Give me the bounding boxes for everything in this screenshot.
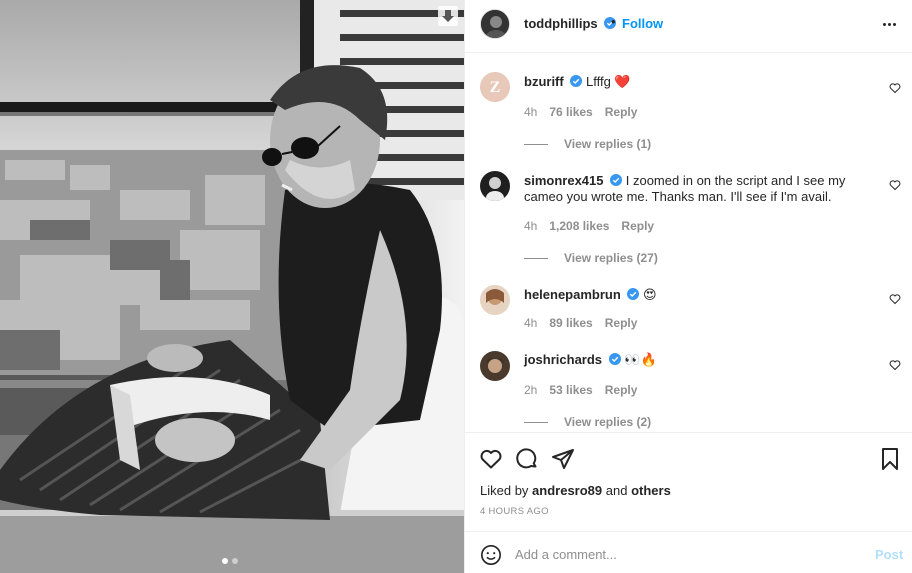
comment-text-row: helenepambrun 😍 (524, 287, 869, 303)
verified-badge-icon (608, 353, 621, 365)
reply-button[interactable]: Reply (621, 219, 654, 233)
post-header: toddphillips • Follow (465, 0, 912, 53)
liked-by-prefix: Liked by (480, 483, 529, 498)
replies-divider (524, 257, 548, 259)
comment-time[interactable]: 4h (524, 219, 537, 233)
like-heart-icon[interactable] (479, 447, 503, 471)
comment-username[interactable]: joshrichards (524, 352, 602, 367)
replies-divider (524, 421, 548, 423)
comment-text-row: joshrichards 👀🔥 (524, 352, 869, 368)
save-bookmark-icon[interactable] (878, 447, 902, 471)
comment-username[interactable]: helenepambrun (524, 287, 621, 302)
carousel-dot (232, 558, 238, 564)
comment-emoji: ❤️ (614, 74, 631, 89)
commenter-avatar[interactable]: Z (480, 72, 510, 102)
download-icon[interactable] (438, 6, 458, 26)
comment-emoji: 😍 (643, 287, 657, 302)
commenter-avatar[interactable] (480, 285, 510, 315)
header-separator: • (611, 14, 616, 29)
comment-time[interactable]: 4h (524, 105, 537, 119)
post-photo[interactable] (0, 0, 464, 573)
comment-bubble-icon[interactable] (515, 447, 539, 471)
verified-badge-icon (570, 75, 583, 87)
post-comment-button[interactable]: Post (875, 547, 903, 562)
view-replies-button[interactable]: View replies (27) (524, 251, 658, 265)
svg-text:Z: Z (490, 79, 501, 96)
comment-meta: 4h 89 likes Reply (524, 316, 637, 330)
comment-text: Lfffg (585, 74, 611, 89)
author-avatar[interactable] (480, 9, 510, 39)
follow-button[interactable]: Follow (622, 16, 663, 31)
like-comment-heart-icon[interactable] (889, 179, 901, 191)
post-timestamp[interactable]: 4 HOURS AGO (480, 506, 549, 517)
view-replies-label: View replies (2) (564, 415, 652, 429)
add-comment-bar: Post (465, 531, 912, 573)
verified-badge-icon (627, 288, 640, 300)
comment-meta: 2h 53 likes Reply (524, 383, 637, 397)
liked-by-user[interactable]: andresro89 (532, 483, 602, 498)
comment-likes[interactable]: 1,208 likes (549, 219, 609, 233)
like-comment-heart-icon[interactable] (889, 82, 901, 94)
liked-by-others[interactable]: others (631, 483, 671, 498)
view-replies-label: View replies (1) (564, 137, 652, 151)
post-actions (465, 432, 912, 482)
post-panel: toddphillips • Follow Z bzuriff Lfffg ❤️… (464, 0, 912, 573)
comment-meta: 4h 76 likes Reply (524, 105, 637, 119)
comment-likes[interactable]: 53 likes (549, 383, 592, 397)
reply-button[interactable]: Reply (605, 105, 638, 119)
like-comment-heart-icon[interactable] (889, 293, 901, 305)
replies-divider (524, 143, 548, 145)
comment-input[interactable] (515, 544, 865, 564)
like-comment-heart-icon[interactable] (889, 359, 901, 371)
carousel-dot-active (222, 558, 228, 564)
comment-text-row: simonrex415 I zoomed in on the script an… (524, 173, 869, 205)
comment-username[interactable]: simonrex415 (524, 173, 604, 188)
comment-likes[interactable]: 89 likes (549, 316, 592, 330)
more-options-icon[interactable] (879, 16, 899, 32)
liked-by-and: and (605, 483, 628, 498)
view-replies-label: View replies (27) (564, 251, 658, 265)
author-username-row: toddphillips (524, 16, 617, 31)
share-paper-plane-icon[interactable] (551, 447, 575, 471)
comment-time[interactable]: 2h (524, 383, 537, 397)
reply-button[interactable]: Reply (605, 316, 638, 330)
commenter-avatar[interactable] (480, 351, 510, 381)
verified-badge-icon (610, 174, 623, 186)
view-replies-button[interactable]: View replies (2) (524, 415, 651, 429)
carousel-indicator (222, 558, 238, 564)
comment-meta: 4h 1,208 likes Reply (524, 219, 654, 233)
comment-username[interactable]: bzuriff (524, 74, 564, 89)
comment-emoji: 👀🔥 (624, 352, 657, 367)
emoji-smiley-icon[interactable] (480, 544, 502, 566)
commenter-avatar[interactable] (480, 171, 510, 201)
view-replies-button[interactable]: View replies (1) (524, 137, 651, 151)
comment-text-row: bzuriff Lfffg ❤️ (524, 74, 869, 90)
comment-time[interactable]: 4h (524, 316, 537, 330)
author-username[interactable]: toddphillips (524, 16, 598, 31)
liked-by-row: Liked by andresro89 and others (480, 483, 671, 498)
reply-button[interactable]: Reply (605, 383, 638, 397)
comment-likes[interactable]: 76 likes (549, 105, 592, 119)
photo-image (0, 0, 464, 573)
